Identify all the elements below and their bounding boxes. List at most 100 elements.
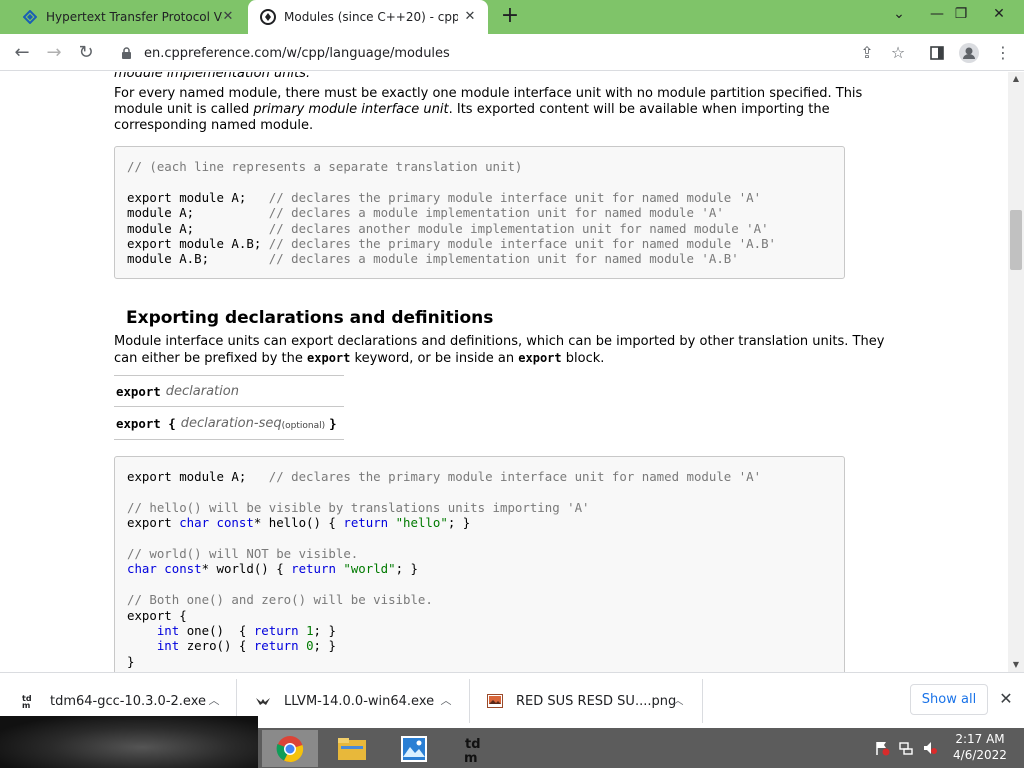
syntax-optional: (optional) xyxy=(281,420,326,431)
code-number: 1 xyxy=(306,623,314,639)
para-emphasis: primary module interface unit xyxy=(253,102,449,117)
chrome-taskbar-button[interactable] xyxy=(262,730,318,767)
scroll-down-arrow-icon[interactable]: ▼ xyxy=(1008,658,1024,672)
svg-text:td: td xyxy=(465,737,481,752)
close-tab-icon[interactable]: ✕ xyxy=(462,9,478,25)
menu-kebab-icon[interactable]: ⋮ xyxy=(992,42,1014,64)
folder-icon xyxy=(338,737,366,760)
flag-no-connection-icon[interactable] xyxy=(872,728,892,768)
chevron-up-icon[interactable]: ︿ xyxy=(438,693,454,709)
side-panel-icon[interactable] xyxy=(926,42,948,64)
vertical-scrollbar[interactable]: ▲ ▼ xyxy=(1008,72,1024,672)
page-viewport: module implementation units. For every n… xyxy=(0,72,1008,672)
exporting-paragraph: Module interface units can export declar… xyxy=(114,334,904,367)
back-icon[interactable]: ← xyxy=(8,39,36,67)
forward-icon[interactable]: → xyxy=(40,39,68,67)
close-download-bar-icon[interactable]: ✕ xyxy=(996,688,1016,710)
para-text: keyword, or be inside an xyxy=(350,351,519,366)
code-text: * world() { xyxy=(201,561,292,577)
code-line: module A; // declares a module implement… xyxy=(127,205,724,220)
code-text: module A; xyxy=(127,205,269,221)
lock-icon[interactable] xyxy=(118,45,134,61)
code-text: export module A; xyxy=(127,469,269,484)
svg-text:m: m xyxy=(22,701,30,709)
code-text: ; } xyxy=(313,623,336,639)
cpp-favicon-icon xyxy=(260,9,276,25)
close-window-icon[interactable]: ✕ xyxy=(982,0,1016,30)
download-filename: LLVM-14.0.0-win64.exe xyxy=(284,693,435,709)
profile-avatar-icon[interactable] xyxy=(958,42,980,64)
image-viewer-icon xyxy=(401,735,427,762)
tab-modules[interactable]: Modules (since C++20) - cpprefe ✕ xyxy=(248,0,488,34)
code-comment: // declares the primary module interface… xyxy=(268,236,777,252)
primary-interface-paragraph: For every named module, there must be ex… xyxy=(114,86,904,134)
llvm-dragon-icon xyxy=(254,692,272,710)
reload-icon[interactable]: ↻ xyxy=(72,39,100,67)
close-tab-icon[interactable]: ✕ xyxy=(220,9,236,25)
code-keyword: return xyxy=(253,623,299,639)
share-icon[interactable]: ⇪ xyxy=(856,42,878,64)
code-text: zero() { xyxy=(179,638,254,654)
download-filename: RED SUS RESD SU....png xyxy=(516,693,677,709)
tdm-file-icon: td m xyxy=(20,692,38,710)
volume-muted-icon[interactable] xyxy=(920,728,940,768)
syntax-term: declaration-seq xyxy=(180,416,282,431)
code-comment: // Both one() and zero() will be visible… xyxy=(127,592,433,608)
code-keyword: char const xyxy=(179,515,254,531)
para-text: block. xyxy=(561,351,605,366)
code-keyword: return xyxy=(343,515,389,531)
tab-search-icon[interactable]: ⌄ xyxy=(882,0,916,30)
network-icon[interactable] xyxy=(896,728,916,768)
code-example-exports: export module A; // declares the primary… xyxy=(114,456,845,672)
syntax-row: export declaration xyxy=(114,375,344,407)
scroll-up-arrow-icon[interactable]: ▲ xyxy=(1008,72,1024,86)
code-text: * hello() { xyxy=(253,515,344,531)
download-item[interactable]: LLVM-14.0.0-win64.exe ︿ xyxy=(254,673,468,729)
chevron-up-icon[interactable]: ︿ xyxy=(670,693,686,709)
tdm-icon: td m xyxy=(464,737,481,764)
code-text: export xyxy=(127,515,180,531)
code-line: module A; // declares another module imp… xyxy=(127,221,769,236)
inline-code: export xyxy=(307,351,351,365)
code-line: // (each line represents a separate tran… xyxy=(127,159,523,174)
code-block: export module A; // declares the primary… xyxy=(127,469,832,669)
syntax-row: export { declaration-seq (optional) } xyxy=(114,408,344,440)
new-tab-button[interactable]: + xyxy=(498,5,522,29)
code-number: 0 xyxy=(306,638,314,654)
clock-date: 4/6/2022 xyxy=(953,748,1007,762)
code-text: export { xyxy=(127,607,187,623)
file-explorer-taskbar-button[interactable] xyxy=(324,730,380,767)
bookmark-star-icon[interactable]: ☆ xyxy=(887,42,909,64)
code-text: one() { xyxy=(179,623,254,639)
browser-toolbar: ← → ↻ en.cppreference.com/w/cpp/language… xyxy=(0,34,1024,71)
code-keyword: int xyxy=(156,623,180,639)
code-text: } xyxy=(127,653,135,669)
tdm-taskbar-button[interactable]: td m xyxy=(448,730,504,767)
svg-text:m: m xyxy=(464,751,478,764)
code-line: module A.B; // declares a module impleme… xyxy=(127,251,739,266)
code-text: ; } xyxy=(313,638,336,654)
divider xyxy=(702,679,703,723)
url-text: en.cppreference.com/w/cpp/language/modul… xyxy=(144,45,450,61)
taskbar-clock[interactable]: 2:17 AM 4/6/2022 xyxy=(944,731,1016,763)
cut-off-text: module implementation units. xyxy=(114,72,311,81)
chevron-up-icon[interactable]: ︿ xyxy=(206,693,222,709)
show-all-button[interactable]: Show all xyxy=(910,684,988,715)
photos-taskbar-button[interactable] xyxy=(386,730,442,767)
code-keyword: int xyxy=(156,638,180,654)
restore-icon[interactable]: ❐ xyxy=(944,0,978,30)
address-bar[interactable]: en.cppreference.com/w/cpp/language/modul… xyxy=(112,39,922,67)
code-text: ; } xyxy=(395,561,418,577)
tab-title: Modules (since C++20) - cpprefe xyxy=(284,10,458,24)
tab-http[interactable]: Hypertext Transfer Protocol Versi ✕ xyxy=(8,0,246,34)
code-comment: // declares a module implementation unit… xyxy=(268,205,724,221)
code-comment: // declares the primary module interface… xyxy=(268,469,762,484)
code-comment: // declares a module implementation unit… xyxy=(268,251,739,267)
tab-strip: Hypertext Transfer Protocol Versi ✕ Modu… xyxy=(0,0,1024,34)
download-item[interactable]: RED SUS RESD SU....png ︿ xyxy=(486,673,700,729)
code-text: export module A; xyxy=(127,189,269,205)
diamond-favicon-icon xyxy=(22,9,38,25)
code-block: // (each line represents a separate tran… xyxy=(127,159,832,267)
scrollbar-thumb[interactable] xyxy=(1010,210,1022,270)
code-keyword: return xyxy=(291,561,336,577)
